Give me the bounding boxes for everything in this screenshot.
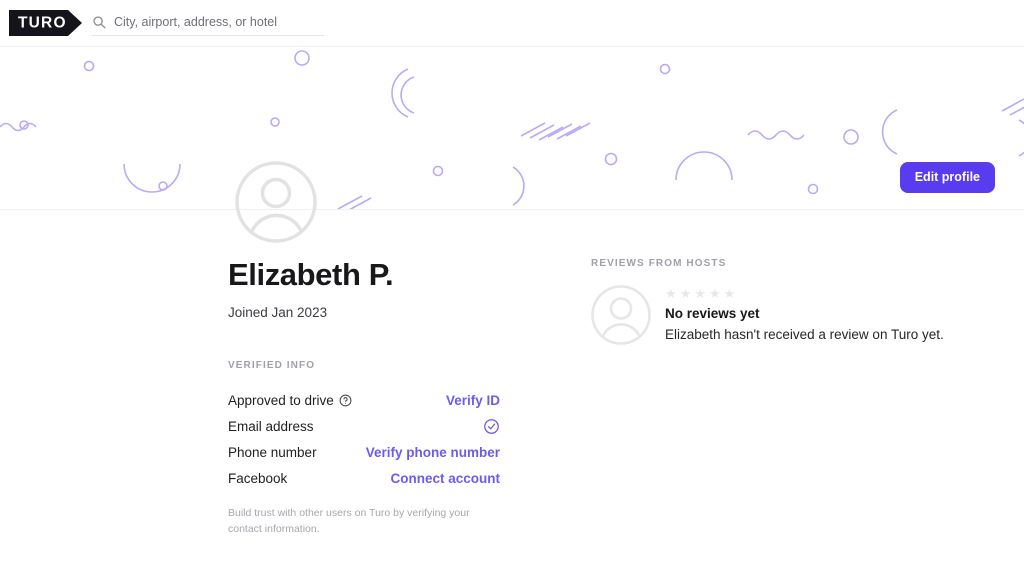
joined-date: Joined Jan 2023 <box>228 305 328 321</box>
reviews-section: Reviews from hosts ★ ★ ★ ★ ★ No reviews … <box>591 258 991 345</box>
verified-row-label-wrap: Approved to drive <box>228 393 352 408</box>
deco-arc-icon <box>400 76 415 114</box>
deco-arc-icon <box>391 68 409 118</box>
deco-hatch-icon <box>337 195 372 209</box>
verified-row-phone-number: Phone number Verify phone number <box>228 439 500 465</box>
banner-decoration-pattern <box>0 50 1024 209</box>
verified-row-label-wrap: Phone number <box>228 445 317 460</box>
deco-circle-icon <box>270 117 280 127</box>
deco-circle-icon <box>659 63 671 75</box>
deco-circle-icon <box>83 60 95 72</box>
verified-info-note: Build trust with other users on Turo by … <box>228 507 470 535</box>
verify-phone-number-link[interactable]: Verify phone number <box>366 445 500 460</box>
turo-logo-text: TURO <box>18 14 67 32</box>
reviews-section-label: Reviews from hosts <box>591 258 727 269</box>
connect-account-link[interactable]: Connect account <box>390 471 500 486</box>
deco-circle-icon <box>843 129 859 145</box>
verified-info-label: Verified info <box>228 360 316 372</box>
deco-wave-icon <box>0 122 37 132</box>
verified-row-label-wrap: Facebook <box>228 471 287 486</box>
review-body: ★ ★ ★ ★ ★ No reviews yet Elizabeth hasn'… <box>665 285 944 342</box>
edit-profile-button[interactable]: Edit profile <box>899 162 995 193</box>
deco-circle-icon <box>158 181 168 191</box>
star-icon: ★ <box>679 286 692 301</box>
review-empty-title: No reviews yet <box>665 306 760 321</box>
review-empty-state: ★ ★ ★ ★ ★ No reviews yet Elizabeth hasn'… <box>591 285 991 345</box>
top-header: TURO <box>0 0 1024 47</box>
deco-circle-icon <box>19 120 29 130</box>
profile-banner: Edit profile <box>0 47 1024 210</box>
verified-check-icon <box>484 418 499 434</box>
star-icon: ★ <box>665 286 677 301</box>
deco-circle-icon <box>432 165 444 177</box>
deco-circle-icon <box>604 152 618 166</box>
search-icon <box>93 15 106 28</box>
help-circle-icon[interactable] <box>339 394 352 407</box>
verified-row-label: Approved to drive <box>228 392 334 408</box>
avatar <box>591 285 651 345</box>
turo-logo[interactable]: TURO <box>9 8 83 38</box>
star-icon: ★ <box>723 286 736 301</box>
deco-arc-icon <box>881 109 898 155</box>
verified-row-facebook: Facebook Connect account <box>228 465 500 491</box>
deco-wave-icon <box>747 130 805 140</box>
deco-arc-icon <box>512 166 525 206</box>
page-title: Elizabeth P. <box>228 257 394 292</box>
deco-hatch-icon <box>520 122 591 141</box>
deco-hatch-icon <box>1001 98 1024 116</box>
verify-id-link[interactable]: Verify ID <box>446 393 500 408</box>
deco-arc-icon <box>123 163 181 193</box>
star-icon: ★ <box>694 286 706 301</box>
star-rating: ★ ★ ★ ★ ★ <box>665 287 944 300</box>
avatar <box>235 161 317 243</box>
deco-circle-icon <box>294 50 310 66</box>
star-icon: ★ <box>708 286 721 301</box>
deco-arc-icon <box>675 151 733 181</box>
verified-row-label-wrap: Email address <box>228 419 314 434</box>
verified-row-approved-to-drive: Approved to drive Verify ID <box>228 387 500 413</box>
verified-row-email-address: Email address <box>228 413 500 439</box>
verified-row-label: Facebook <box>228 470 288 486</box>
verified-row-label: Email address <box>228 418 314 434</box>
deco-circle-icon <box>807 183 819 195</box>
deco-arc-icon <box>1018 119 1024 157</box>
profile-left-column: Elizabeth P. Joined Jan 2023 Verified in… <box>228 257 500 538</box>
profile-content: Elizabeth P. Joined Jan 2023 Verified in… <box>0 210 1024 534</box>
verified-row-label: Phone number <box>228 444 317 460</box>
review-empty-text: Elizabeth hasn't received a review on Tu… <box>665 327 944 342</box>
search-input[interactable] <box>114 14 324 29</box>
search-bar[interactable] <box>92 11 324 36</box>
